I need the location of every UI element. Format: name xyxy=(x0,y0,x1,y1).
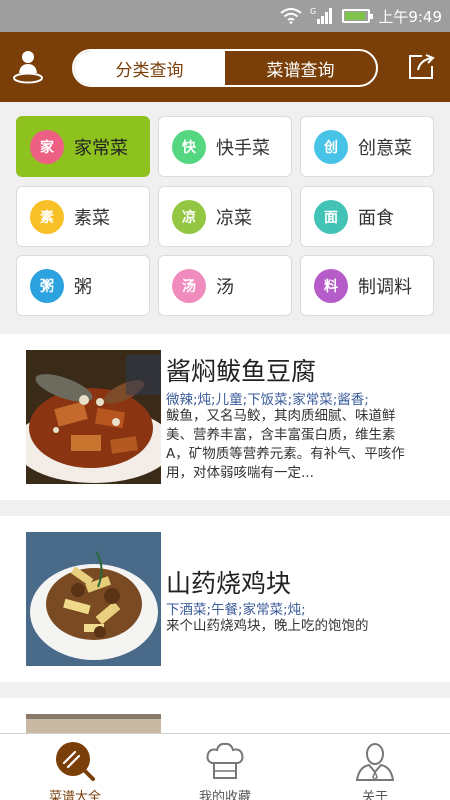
category-grid: 家 家常菜 快 快手菜 创 创意菜 素 素菜 凉 凉菜 面 面食 粥 粥 汤 汤… xyxy=(0,102,450,332)
category-label: 粥 xyxy=(74,276,92,298)
bottom-nav: 菜谱大全 我的收藏 关于 xyxy=(0,733,450,800)
seasoning-icon: 料 xyxy=(314,268,348,303)
nav-favorites[interactable]: 我的收藏 xyxy=(150,734,300,800)
category-label: 凉菜 xyxy=(216,207,252,229)
recipe-tags: 微辣;炖;儿童;下饭菜;家常菜;酱香; xyxy=(166,392,369,408)
category-label: 家常菜 xyxy=(74,137,128,159)
recipe-tags: 下酒菜;午餐;家常菜;炖; xyxy=(166,602,306,618)
vegetarian-icon: 素 xyxy=(30,199,64,234)
recipe-description: 来个山药烧鸡块，晚上吃的饱饱的 xyxy=(166,618,369,634)
category-label: 素菜 xyxy=(74,207,110,229)
category-creative[interactable]: 创 创意菜 xyxy=(300,116,434,177)
app-header: 分类查询 菜谱查询 xyxy=(0,32,450,102)
recipe-photo xyxy=(26,714,161,733)
battery-icon xyxy=(342,9,374,23)
recipe-description: 鲅鱼，又名马鲛，其肉质细腻、味道鲜美、营养丰富，含丰富蛋白质，维生素A，矿物质等… xyxy=(166,408,405,481)
quick-icon: 快 xyxy=(172,129,206,164)
nav-about[interactable]: 关于 xyxy=(300,734,450,800)
svg-text:G: G xyxy=(310,7,316,16)
recipe-photo xyxy=(26,350,161,484)
category-cold-dish[interactable]: 凉 凉菜 xyxy=(158,186,292,247)
share-icon[interactable] xyxy=(406,52,436,82)
tab-category-query[interactable]: 分类查询 xyxy=(74,51,225,85)
nav-label: 菜谱大全 xyxy=(48,790,101,800)
tab-recipe-query[interactable]: 菜谱查询 xyxy=(225,51,376,85)
category-label: 制调料 xyxy=(358,276,412,298)
category-label: 快手菜 xyxy=(216,137,270,159)
category-vegetarian[interactable]: 素 素菜 xyxy=(16,186,150,247)
chef-hat-icon xyxy=(203,741,247,781)
recipe-photo xyxy=(26,532,161,666)
recipe-title: 酱焖鲅鱼豆腐 xyxy=(166,357,317,386)
nav-recipes[interactable]: 菜谱大全 xyxy=(0,734,150,800)
nav-label: 我的收藏 xyxy=(198,790,251,800)
creative-icon: 创 xyxy=(314,129,348,164)
recipe-card[interactable] xyxy=(0,698,450,733)
category-label: 面食 xyxy=(358,207,394,229)
signal-icon: G xyxy=(310,7,334,25)
soup-icon: 汤 xyxy=(172,268,206,303)
home-style-icon: 家 xyxy=(30,129,64,164)
category-quick[interactable]: 快 快手菜 xyxy=(158,116,292,177)
category-soup[interactable]: 汤 汤 xyxy=(158,255,292,316)
recipe-card[interactable]: 酱焖鲅鱼豆腐 微辣;炖;儿童;下饭菜;家常菜;酱香; 鲅鱼，又名马鲛，其肉质细腻… xyxy=(0,334,450,500)
wifi-icon xyxy=(280,8,302,24)
noodles-icon: 面 xyxy=(314,199,348,234)
congee-icon: 粥 xyxy=(30,268,64,303)
category-home-style[interactable]: 家 家常菜 xyxy=(16,116,150,177)
status-time: 上午9:49 xyxy=(378,7,442,26)
category-congee[interactable]: 粥 粥 xyxy=(16,255,150,316)
category-label: 创意菜 xyxy=(358,137,412,159)
nav-label: 关于 xyxy=(361,790,388,800)
query-mode-tabs: 分类查询 菜谱查询 xyxy=(72,49,378,87)
recipe-title: 山药烧鸡块 xyxy=(166,569,292,598)
recipe-card[interactable]: 山药烧鸡块 下酒菜;午餐;家常菜;炖; 来个山药烧鸡块，晚上吃的饱饱的 xyxy=(0,516,450,682)
spatula-icon xyxy=(53,741,97,781)
status-bar: G 上午9:49 xyxy=(0,0,450,32)
category-noodles[interactable]: 面 面食 xyxy=(300,186,434,247)
cold-dish-icon: 凉 xyxy=(172,199,206,234)
person-icon xyxy=(353,741,397,782)
user-location-icon[interactable] xyxy=(12,50,44,84)
category-seasoning[interactable]: 料 制调料 xyxy=(300,255,434,316)
category-label: 汤 xyxy=(216,276,234,298)
